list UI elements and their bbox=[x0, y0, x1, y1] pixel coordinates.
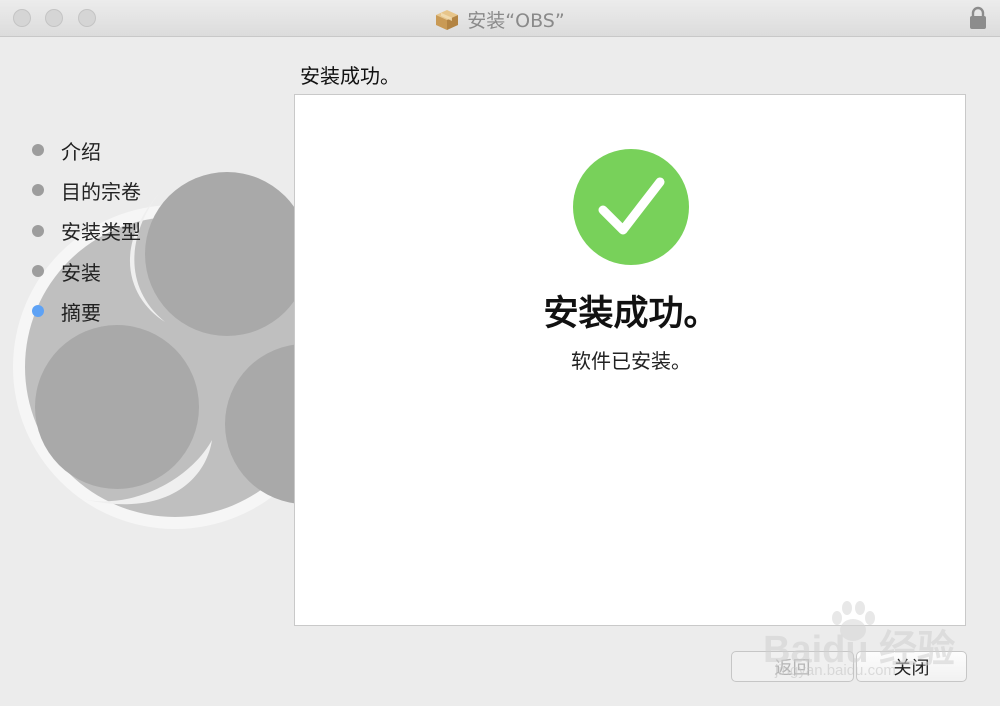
step-label: 摘要 bbox=[61, 300, 101, 325]
step-item-summary: 摘要 bbox=[30, 291, 141, 331]
success-message: 软件已安装。 bbox=[571, 349, 691, 373]
step-dot-active bbox=[32, 305, 44, 318]
step-label: 安装 bbox=[61, 260, 101, 285]
step-item-install-type: 安装类型 bbox=[30, 211, 141, 251]
installer-steps: 介绍 目的宗卷 安装类型 安装 摘要 bbox=[30, 130, 141, 331]
step-dot bbox=[32, 224, 44, 237]
step-item-intro: 介绍 bbox=[30, 130, 141, 170]
package-icon bbox=[436, 9, 459, 30]
watermark-url: jingyan.baidu.com bbox=[775, 662, 896, 679]
success-title: 安装成功。 bbox=[543, 294, 719, 334]
title-bar[interactable]: 安装“OBS” bbox=[0, 0, 1000, 37]
checkmark-circle-icon bbox=[573, 149, 689, 265]
baidu-watermark: Baidu 经验 jingyan.baidu.com bbox=[745, 596, 985, 696]
step-dot bbox=[32, 184, 44, 197]
step-label: 目的宗卷 bbox=[61, 179, 141, 204]
lock-icon[interactable] bbox=[968, 6, 988, 30]
page-title: 安装成功。 bbox=[300, 64, 400, 88]
window-title: 安装“OBS” bbox=[467, 10, 565, 32]
step-dot bbox=[32, 144, 44, 157]
content-panel: 安装成功。 软件已安装。 bbox=[294, 94, 966, 626]
step-item-install: 安装 bbox=[30, 251, 141, 291]
step-dot bbox=[32, 265, 44, 278]
step-label: 介绍 bbox=[61, 139, 101, 164]
installer-window: 安装“OBS” 介绍 目的宗卷 安装类型 安装 摘要 安装成功。 安装成功。 软… bbox=[0, 0, 1000, 706]
step-label: 安装类型 bbox=[61, 220, 141, 245]
step-item-destination: 目的宗卷 bbox=[30, 170, 141, 210]
